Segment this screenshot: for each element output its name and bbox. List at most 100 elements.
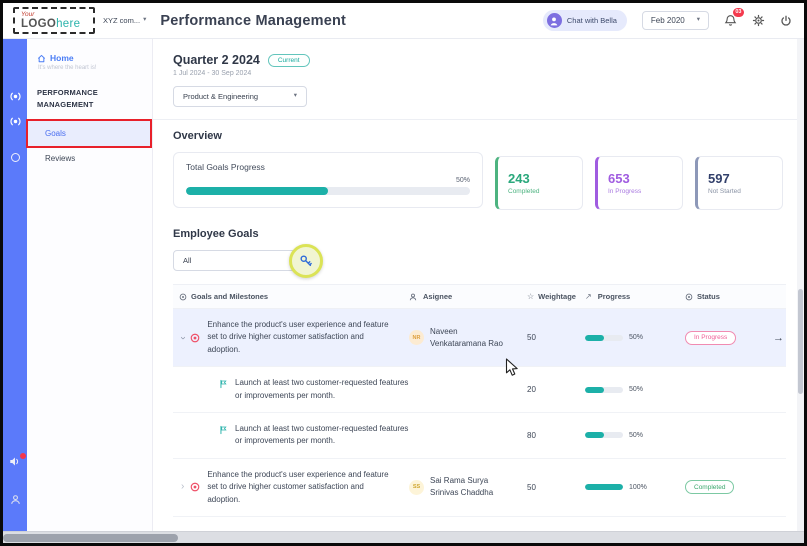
chat-with-bella-button[interactable]: Chat with Bella <box>543 10 627 31</box>
horizontal-scrollbar-thumb[interactable] <box>3 534 178 542</box>
power-icon <box>780 15 792 27</box>
stat-label: Not Started <box>708 188 772 195</box>
milestone-row[interactable]: Launch at least two customer-requested f… <box>173 367 786 413</box>
goal-target-icon <box>179 293 187 301</box>
gear-icon <box>752 14 765 27</box>
radio-circle-icon[interactable] <box>11 153 20 162</box>
column-asignee[interactable]: Asignee <box>409 292 523 301</box>
progress-label: 50% <box>629 432 643 439</box>
progress-bar <box>585 387 623 393</box>
column-status[interactable]: Status <box>685 292 761 301</box>
quarter-header: Quarter 2 2024 Current <box>173 53 786 67</box>
chevron-down-icon[interactable]: › <box>178 336 188 339</box>
topbar: Your LOGOhere XYZ com... ▾ Performance M… <box>3 3 804 39</box>
overview-cards: Total Goals Progress 50% 243 Completed 6… <box>173 152 786 210</box>
goal-target-icon <box>190 333 200 343</box>
logo: Your LOGOhere <box>13 7 95 34</box>
progress-percent-label: 50% <box>186 177 470 184</box>
current-badge: Current <box>268 54 310 67</box>
section-divider <box>153 119 804 120</box>
progress-bar <box>585 335 623 341</box>
stat-value: 597 <box>708 172 772 185</box>
goal-text: Enhance the product's user experience an… <box>207 319 395 356</box>
column-progress[interactable]: ↗ Progress <box>585 292 685 301</box>
sidebar-item-home[interactable]: Home It's where the heart is! <box>27 51 152 75</box>
topbar-actions: Chat with Bella Feb 2020 ▾ 03 <box>543 10 792 31</box>
month-value: Feb 2020 <box>651 16 685 25</box>
column-label: Asignee <box>423 292 452 301</box>
vertical-scrollbar-thumb[interactable] <box>798 289 803 394</box>
quarter-title: Quarter 2 2024 <box>173 53 260 67</box>
progress-label: 50% <box>629 334 643 341</box>
goal-row[interactable]: › Enhance the product's user experience … <box>173 309 786 367</box>
rail-bottom <box>9 456 21 519</box>
column-weightage[interactable]: ☆ Weightage <box>523 292 585 301</box>
table-header: Goals and Milestones Asignee ☆ Weightage… <box>173 284 786 309</box>
progress-card-title: Total Goals Progress <box>186 162 470 172</box>
speaker-icon[interactable] <box>9 456 21 467</box>
total-progress-bar <box>186 187 470 195</box>
vertical-scrollbar[interactable] <box>797 39 804 531</box>
user-icon[interactable] <box>10 494 21 505</box>
bella-avatar <box>547 13 562 28</box>
chevron-right-icon[interactable]: › <box>181 482 184 492</box>
sidebar-section-title: PERFORMANCE MANAGEMENT <box>27 75 131 121</box>
column-goals-milestones[interactable]: Goals and Milestones <box>173 292 409 301</box>
employee-filter-row: All ▾ <box>173 250 786 274</box>
sidebar-item-reviews[interactable]: Reviews <box>27 146 152 171</box>
star-icon: ☆ <box>527 292 534 301</box>
broadcast-icon[interactable] <box>8 116 23 127</box>
company-name: XYZ com... <box>103 16 140 25</box>
chevron-down-icon: ▾ <box>294 93 297 100</box>
broadcast-icon[interactable] <box>8 91 23 102</box>
milestone-row[interactable]: Launch at least two customer-requested f… <box>173 413 786 459</box>
tutorial-highlight-circle <box>289 244 323 278</box>
logo-accent-word: here <box>56 18 80 30</box>
stat-card-not-started: 597 Not Started <box>695 156 783 210</box>
body: Home It's where the heart is! PERFORMANC… <box>3 39 804 531</box>
icon-rail <box>3 39 27 531</box>
settings-button[interactable] <box>752 14 765 27</box>
milestone-text: Launch at least two customer-requested f… <box>235 377 409 402</box>
logo-word: LOGO <box>21 18 56 30</box>
stat-value: 653 <box>608 172 672 185</box>
chevron-down-icon: ▾ <box>697 17 700 24</box>
total-progress-fill <box>186 187 328 195</box>
milestone-flag-icon <box>219 425 228 435</box>
stat-label: In Progress <box>608 188 672 195</box>
weightage-value: 20 <box>523 385 585 394</box>
assignee-name: Naveen Venkataramana Rao <box>430 326 512 350</box>
logo-top-text: Your <box>21 11 87 18</box>
row-detail-arrow[interactable]: → <box>773 332 784 344</box>
progress-fill <box>585 432 604 438</box>
logout-button[interactable] <box>780 15 792 27</box>
page-title: Performance Management <box>160 13 346 29</box>
speaker-badge <box>20 453 26 459</box>
assignee-avatar: NR <box>409 330 424 345</box>
notification-badge: 03 <box>733 8 744 17</box>
progress-bar <box>585 432 623 438</box>
month-selector[interactable]: Feb 2020 ▾ <box>642 11 709 30</box>
quarter-date-range: 1 Jul 2024 - 30 Sep 2024 <box>173 70 786 77</box>
column-label: Status <box>697 292 720 301</box>
notifications-button[interactable]: 03 <box>724 14 737 27</box>
progress-label: 100% <box>629 484 647 491</box>
key-icon[interactable] <box>299 254 313 268</box>
milestone-flag-icon <box>219 379 228 389</box>
department-filter[interactable]: Product & Engineering ▾ <box>173 86 307 107</box>
goal-row[interactable]: › Enhance the product's user experience … <box>173 459 786 517</box>
company-selector[interactable]: XYZ com... ▾ <box>103 16 146 25</box>
person-icon <box>549 16 559 26</box>
department-filter-value: Product & Engineering <box>183 92 258 101</box>
logo-main-text: LOGOhere <box>21 18 87 31</box>
home-label: Home <box>50 53 74 63</box>
employee-filter[interactable]: All ▾ <box>173 250 305 271</box>
sidebar-item-label: Reviews <box>45 154 75 163</box>
main-content: Quarter 2 2024 Current 1 Jul 2024 - 30 S… <box>153 39 804 531</box>
total-goals-progress-card: Total Goals Progress 50% <box>173 152 483 208</box>
overview-title: Overview <box>173 130 786 142</box>
chevron-down-icon: ▾ <box>143 17 146 24</box>
progress-fill <box>585 335 604 341</box>
horizontal-scrollbar[interactable] <box>3 531 804 543</box>
sidebar-item-goals[interactable]: Goals <box>27 121 152 146</box>
